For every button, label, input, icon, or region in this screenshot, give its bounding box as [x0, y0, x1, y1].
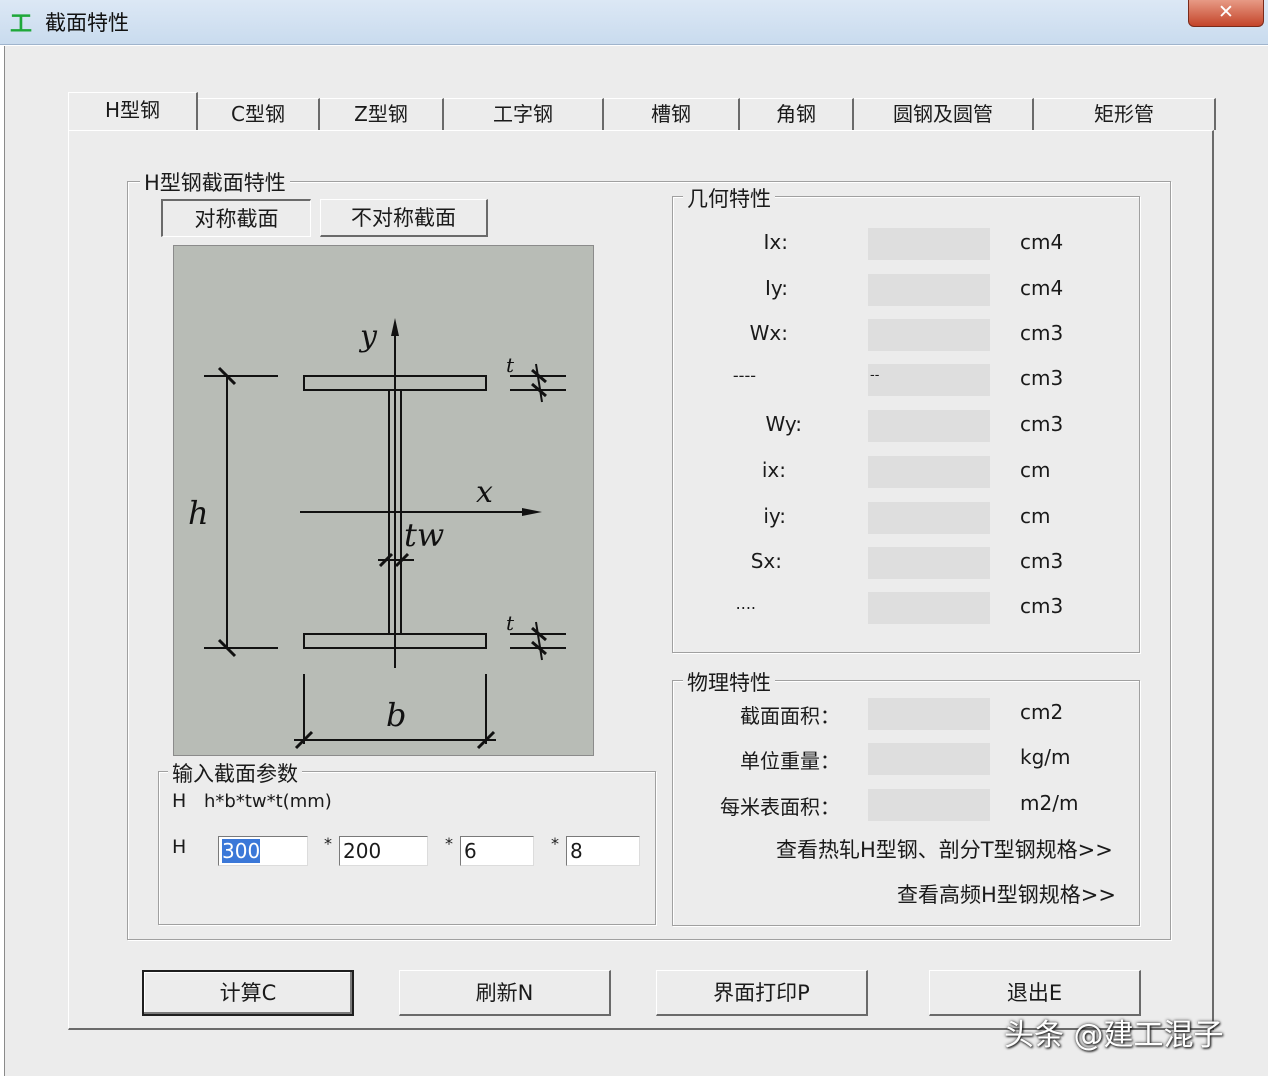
tw-input[interactable]: 6	[460, 836, 534, 866]
geo-value-placeholder-2	[868, 592, 990, 624]
formula-prefix: H	[172, 790, 187, 812]
geo-value-sx	[868, 547, 990, 579]
y-axis-arrow	[391, 318, 399, 336]
geo-label-placeholder-1: ----	[732, 366, 756, 385]
y-axis-label: y	[358, 319, 378, 354]
x-axis-arrow	[522, 508, 542, 516]
tab-angle[interactable]: 角钢	[740, 98, 854, 130]
high-frequency-spec-link[interactable]: 查看高频H型钢规格>>	[897, 879, 1116, 909]
geo-label-wy: Wy:	[765, 412, 802, 436]
geo-unit-placeholder-1: cm3	[1020, 366, 1064, 390]
watermark: 头条 @建工混子	[1004, 1018, 1224, 1053]
tab-i-beam[interactable]: 工字钢	[444, 98, 604, 130]
geo-unit-ix-radius: cm	[1020, 458, 1051, 482]
tab-z-steel[interactable]: Z型钢	[320, 98, 444, 130]
tab-rect-tube[interactable]: 矩形管	[1034, 98, 1216, 130]
times-3: *	[551, 834, 559, 853]
phys-label-area: 截面面积：	[740, 704, 840, 728]
tab-h-steel[interactable]: H型钢	[68, 92, 198, 130]
formula-label: h*b*tw*t(mm)	[204, 791, 332, 812]
geo-unit-iy: cm4	[1020, 276, 1064, 300]
geo-label-placeholder-2: ....	[735, 594, 756, 613]
h-input[interactable]: 300	[218, 836, 308, 866]
tw-label: tw	[404, 516, 444, 554]
h-label: h	[188, 494, 209, 532]
geometry-group-label: 几何特性	[683, 183, 775, 213]
geo-value-wx	[868, 319, 990, 351]
phys-label-surface: 每米表面积：	[720, 795, 840, 819]
h-section-diagram: y x h b tw t t	[173, 245, 594, 756]
t-bottom-dim	[535, 621, 543, 661]
geo-unit-placeholder-2: cm3	[1020, 594, 1064, 618]
x-axis-label: x	[476, 475, 493, 510]
phys-unit-surface: m2/m	[1020, 791, 1079, 815]
geo-label-sx: Sx:	[750, 549, 782, 573]
phys-value-weight	[868, 743, 990, 775]
geo-value-ix	[868, 228, 990, 260]
geo-value-iy-radius	[868, 502, 990, 534]
phys-unit-weight: kg/m	[1020, 745, 1071, 769]
tab-round-tube[interactable]: 圆钢及圆管	[854, 98, 1034, 130]
geo-value-placeholder-1: --	[868, 364, 990, 396]
geo-unit-wy: cm3	[1020, 412, 1064, 436]
t-top-label: t	[506, 353, 515, 377]
geo-label-ix: Ix:	[763, 230, 788, 254]
tab-c-steel[interactable]: C型钢	[198, 98, 320, 130]
window-title: 截面特性	[45, 11, 129, 35]
section-group-label: H型钢截面特性	[140, 167, 290, 197]
h-section-drawing: y x h b tw t t	[188, 318, 566, 750]
phys-label-weight: 单位重量：	[740, 749, 840, 773]
b-input[interactable]: 200	[339, 836, 428, 866]
hot-rolled-spec-link[interactable]: 查看热轧H型钢、剖分T型钢规格>>	[776, 834, 1113, 864]
t-input[interactable]: 8	[566, 836, 640, 866]
calculate-button[interactable]: 计算C	[142, 970, 354, 1016]
geo-label-wx: Wx:	[749, 321, 788, 345]
geo-label-iy-radius: iy:	[763, 504, 786, 528]
t-bottom-label: t	[506, 611, 515, 635]
geo-value-iy	[868, 274, 990, 306]
phys-value-surface	[868, 789, 990, 821]
phys-value-area	[868, 698, 990, 730]
times-2: *	[445, 834, 453, 853]
physical-group-label: 物理特性	[683, 667, 775, 697]
asymmetric-section-button[interactable]: 不对称截面	[320, 199, 488, 237]
app-icon: 工	[10, 12, 33, 37]
geo-unit-iy-radius: cm	[1020, 504, 1051, 528]
input-group-label: 输入截面参数	[168, 758, 302, 788]
geo-label-iy: Iy:	[764, 276, 788, 300]
geo-value-ix-radius	[868, 456, 990, 488]
geo-unit-ix: cm4	[1020, 230, 1064, 254]
tab-channel[interactable]: 槽钢	[604, 98, 740, 130]
input-row-prefix: H	[172, 836, 187, 858]
refresh-button[interactable]: 刷新N	[399, 970, 611, 1016]
print-button[interactable]: 界面打印P	[656, 970, 868, 1016]
tab-strip: H型钢 C型钢 Z型钢 工字钢 槽钢 角钢 圆钢及圆管 矩形管	[68, 92, 1216, 130]
geo-label-ix-radius: ix:	[761, 458, 786, 482]
phys-unit-area: cm2	[1020, 700, 1064, 724]
geo-unit-sx: cm3	[1020, 549, 1064, 573]
symmetric-section-button[interactable]: 对称截面	[161, 199, 311, 237]
b-label: b	[386, 696, 406, 734]
times-1: *	[324, 834, 332, 853]
title-bar: 工 截面特性 ✕	[0, 0, 1268, 45]
geo-unit-wx: cm3	[1020, 321, 1064, 345]
geo-value-wy	[868, 410, 990, 442]
close-icon[interactable]: ✕	[1188, 0, 1264, 27]
t-top-dim	[535, 363, 543, 403]
